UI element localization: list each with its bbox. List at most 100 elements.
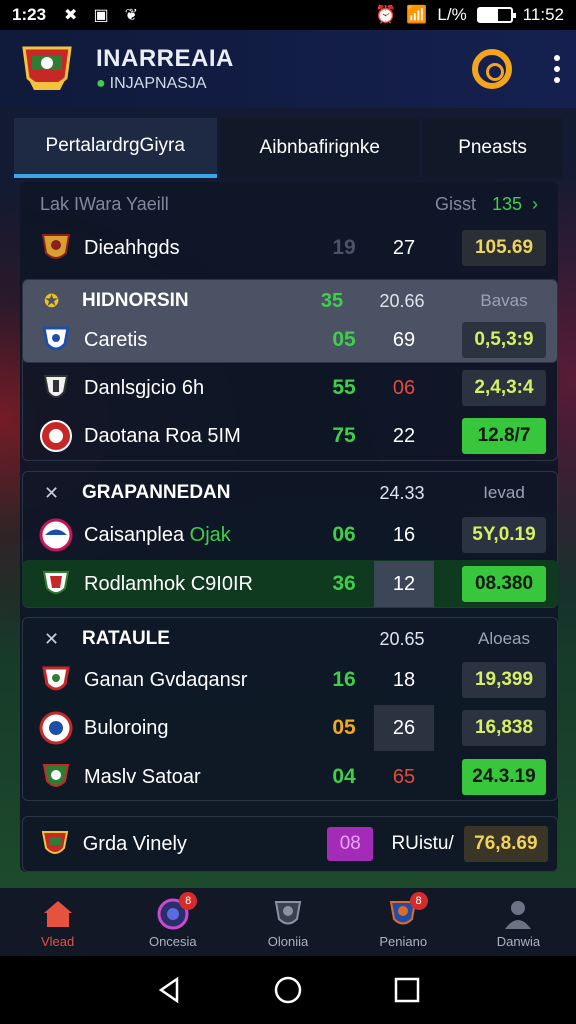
nav-teams[interactable]: Oloniia [230, 888, 345, 956]
team-name: Dieahhgds [84, 236, 180, 259]
match-count: 135 [491, 193, 522, 214]
section-score: 35 [320, 289, 344, 312]
team-name: Buloroing [84, 716, 169, 739]
club-logo-icon [16, 38, 78, 100]
match-row[interactable]: Caretis 05 69 0,5,3:9 [22, 317, 558, 363]
score-away: 65 [392, 765, 416, 788]
column-label: Gisst [434, 193, 476, 214]
match-row[interactable]: Daotana Roa 5IM 75 22 12.8/7 [22, 413, 558, 459]
odds-button[interactable]: 16,838 [462, 710, 546, 746]
score-away: 27 [392, 236, 416, 259]
team-crest-icon [38, 370, 74, 406]
team-name: Rodlamhok C9I0IR [84, 572, 253, 595]
odds-button[interactable]: 5Y,0.19 [462, 517, 546, 553]
nav-label: Danwia [496, 933, 541, 949]
team-crest-icon [38, 517, 74, 553]
tab-2[interactable]: Aibnbafirignke [220, 118, 420, 178]
score-away: 26 [374, 705, 434, 751]
status-time: 1:23 [12, 5, 47, 24]
nav-leagues[interactable]: 8 Peniano [346, 888, 461, 956]
team-tag: Ojak [189, 523, 231, 546]
section-title: RATAULE [82, 628, 170, 649]
status-dot-icon: ● [96, 75, 106, 92]
score-away: 12 [374, 561, 434, 607]
status-bar: 1:23 ✖ ▣ ❦ ⏰ 📶 L/% 11:52 [0, 0, 576, 30]
odds-button[interactable]: 76,8.69 [463, 826, 548, 862]
odds-button[interactable]: 08.380 [462, 566, 546, 602]
table-header: Lak IWara Yaeill Gisst 135 › [20, 186, 558, 222]
nav-matches[interactable]: 8 Oncesia [115, 888, 230, 956]
odds-button[interactable]: 19,399 [462, 662, 546, 698]
score-home: 05 [332, 716, 356, 739]
close-icon[interactable]: ✕ [44, 483, 68, 504]
match-row[interactable]: Maslv Satoar 04 65 24.3.19 [22, 754, 558, 800]
team-crest-icon [38, 710, 74, 746]
section-title: HIDNORSIN [82, 290, 189, 311]
team-name: Maslv Satoar [84, 765, 201, 788]
odds-button[interactable]: 2,4,3:4 [462, 370, 546, 406]
odds-button[interactable]: 105.69 [462, 230, 546, 266]
battery-percent: L/% [437, 5, 467, 24]
section-2-header[interactable]: ✕ GRAPANNEDAN 24.33 Ievad [22, 470, 558, 516]
nav-home[interactable]: Vlead [0, 888, 115, 956]
wifi-icon: 📶 [406, 5, 428, 24]
score-away: 06 [392, 376, 416, 399]
match-row[interactable]: Rodlamhok C9I0IR 36 12 08.380 [22, 561, 558, 607]
home-icon [40, 896, 76, 932]
score-home: 19 [332, 236, 356, 259]
match-row[interactable]: Caisanplea Ojak 06 16 5Y,0.19 [22, 512, 558, 558]
system-nav-bar [0, 956, 576, 1024]
more-menu-button[interactable] [554, 55, 560, 83]
nav-profile[interactable]: Danwia [461, 888, 576, 956]
match-row[interactable]: Grda Vinely 08 RUistu/ 76,8.69 [22, 821, 558, 867]
team-icon [270, 896, 306, 932]
tab-bar: PertalardrgGiyra Aibnbafirignke Pneasts [14, 118, 562, 178]
status-clock: 11:52 [522, 5, 564, 24]
team-name: Danlsgjcio 6h [84, 376, 205, 399]
match-row[interactable]: Dieahhgds 19 27 105.69 [22, 225, 558, 271]
chevron-right-icon[interactable]: › [532, 194, 538, 215]
match-row[interactable]: Buloroing 05 26 16,838 [22, 705, 558, 751]
star-icon: ✪ [44, 290, 60, 311]
nav-label: Vlead [40, 933, 75, 949]
match-row[interactable]: Ganan Gvdaqansr 16 18 19,399 [22, 657, 558, 703]
odds-button[interactable]: 12.8/7 [462, 418, 546, 454]
section-value: 20.65 [379, 628, 425, 649]
home-circle-icon[interactable] [273, 975, 303, 1005]
section-3-header[interactable]: ✕ RATAULE 20.65 Aloeas [22, 616, 558, 662]
tab-1[interactable]: PertalardrgGiyra [14, 118, 217, 178]
odds-button[interactable]: 0,5,3:9 [462, 322, 546, 358]
leaf-notification-icon: ❦ [124, 7, 138, 24]
close-icon[interactable]: ✕ [44, 629, 68, 650]
pill-badge[interactable]: 08 [327, 827, 374, 861]
team-crest-icon [38, 759, 74, 795]
nav-label: Oloniia [267, 933, 309, 949]
recents-icon[interactable] [393, 976, 421, 1004]
score-away: 69 [392, 328, 416, 351]
section-label: Bavas [480, 291, 528, 310]
match-row[interactable]: Danlsgjcio 6h 55 06 2,4,3:4 [22, 365, 558, 411]
x-notification-icon: ✖ [64, 7, 78, 24]
battery-icon [476, 7, 516, 23]
team-name: Caisanplea Ojak [84, 523, 231, 546]
section-label: Ievad [483, 483, 525, 502]
league-label: Lak IWara Yaeill [40, 193, 169, 214]
bottom-nav: Vlead 8 Oncesia Oloniia 8 Peniano Danwia [0, 888, 576, 956]
nav-label: Oncesia [148, 933, 197, 949]
team-crest-icon [38, 322, 74, 358]
back-icon[interactable] [155, 976, 183, 1004]
search-button[interactable] [472, 49, 512, 89]
section-label: Aloeas [478, 629, 530, 648]
app-header: INARREAIA ● INJAPNASJA [0, 30, 576, 108]
gallery-notification-icon: ▣ [93, 7, 109, 24]
odds-button[interactable]: 24.3.19 [462, 759, 546, 795]
team-name: Caretis [84, 328, 148, 351]
tab-3[interactable]: Pneasts [423, 118, 562, 178]
team-name: Daotana Roa 5IM [84, 424, 241, 447]
profile-icon [500, 896, 536, 932]
footer-extra: RUistu/ [391, 833, 454, 854]
alarm-icon: ⏰ [375, 5, 397, 24]
team-crest-icon [38, 418, 74, 454]
score-home: 05 [332, 328, 356, 351]
section-value: 20.66 [379, 290, 425, 311]
